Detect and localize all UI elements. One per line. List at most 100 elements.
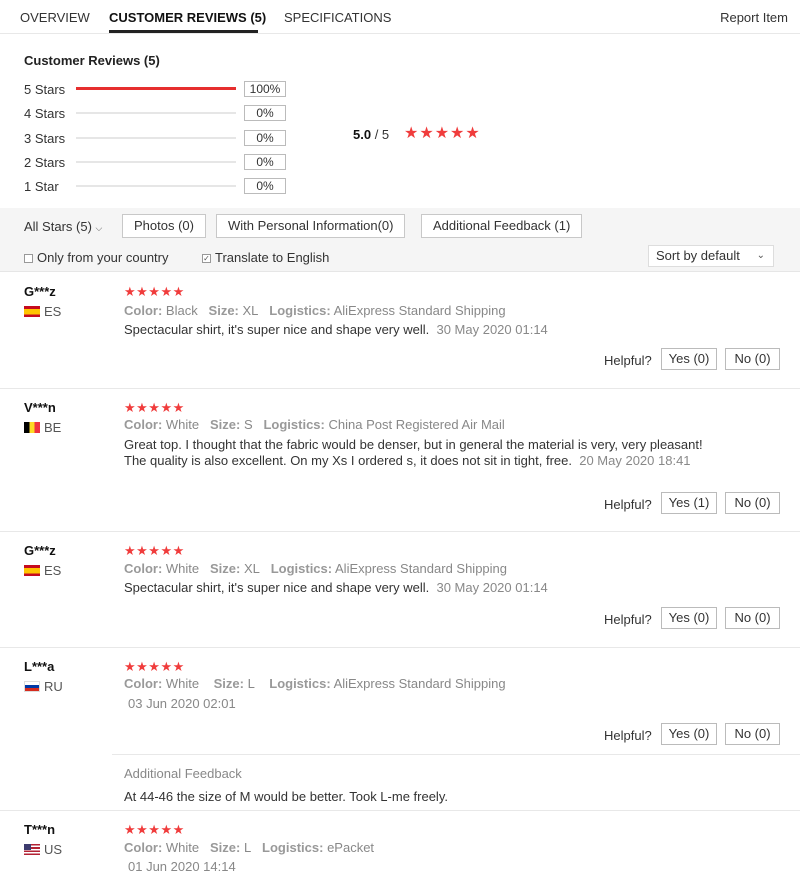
helpful-yes-button[interactable]: Yes (0) <box>661 348 717 370</box>
additional-feedback-title: Additional Feedback <box>124 766 242 781</box>
color-value: White <box>165 561 200 576</box>
rating-bar-track <box>76 112 236 114</box>
only-your-country-checkbox[interactable]: Only from your country <box>24 250 169 265</box>
size-label: Size: <box>209 561 241 576</box>
review-text: Spectacular shirt, it's super nice and s… <box>124 322 724 338</box>
logistics-value: China Post Registered Air Mail <box>328 417 505 432</box>
review-item: T***n US ★★★★★ Color: White Size: L Logi… <box>0 811 800 880</box>
review-date: 20 May 2020 18:41 <box>579 453 691 468</box>
review-stars-icon: ★★★★★ <box>124 822 185 837</box>
rating-row-5[interactable]: 5 Stars 100% <box>24 81 294 97</box>
reviewer-country: ES <box>44 304 62 319</box>
size-label: Size: <box>208 303 239 318</box>
report-item-link[interactable]: Report Item <box>720 10 788 25</box>
review-date: 30 May 2020 01:14 <box>436 322 548 337</box>
tab-specifications[interactable]: SPECIFICATIONS <box>284 10 391 25</box>
average-rating-max: / 5 <box>374 127 390 142</box>
color-label: Color: <box>124 417 163 432</box>
rating-percent: 0% <box>244 154 286 170</box>
review-stars-icon: ★★★★★ <box>124 543 185 558</box>
flag-es-icon <box>24 565 40 576</box>
review-text: Great top. I thought that the fabric wou… <box>124 437 709 469</box>
personal-info-filter-button[interactable]: With Personal Information(0) <box>216 214 406 238</box>
logistics-label: Logistics: <box>262 840 324 855</box>
logistics-value: AliExpress Standard Shipping <box>333 303 506 318</box>
size-value: S <box>243 417 253 432</box>
all-stars-dropdown[interactable]: All Stars (5) ⌵ <box>24 219 102 234</box>
color-label: Color: <box>124 840 163 855</box>
average-rating: 5.0 / 5 <box>353 127 389 142</box>
helpful-no-button[interactable]: No (0) <box>725 348 780 370</box>
rating-row-4[interactable]: 4 Stars 0% <box>24 105 294 121</box>
checkbox-checked-icon: ✓ <box>202 254 211 264</box>
sort-select[interactable]: Sort by default ⌄ <box>648 245 774 267</box>
rating-percent: 0% <box>244 130 286 146</box>
tab-customer-reviews[interactable]: CUSTOMER REVIEWS (5) <box>109 10 266 25</box>
review-date: 01 Jun 2020 14:14 <box>128 859 236 874</box>
checkbox-unchecked-icon <box>24 254 33 264</box>
photos-filter-button[interactable]: Photos (0) <box>122 214 206 238</box>
reviewer-name: T***n <box>24 822 56 837</box>
size-label: Size: <box>209 840 241 855</box>
logistics-value: AliExpress Standard Shipping <box>335 561 508 576</box>
helpful-label: Helpful? <box>604 497 652 512</box>
filter-bar: All Stars (5) ⌵ Photos (0) With Personal… <box>0 208 800 272</box>
review-sku-info: Color: White Size: S Logistics: China Po… <box>124 417 505 432</box>
reviewer-name: G***z <box>24 284 56 299</box>
rating-percent: 100% <box>244 81 286 97</box>
tab-overview[interactable]: OVERVIEW <box>20 10 90 25</box>
logistics-label: Logistics: <box>263 417 325 432</box>
active-tab-indicator <box>109 30 258 33</box>
review-date: 03 Jun 2020 02:01 <box>128 696 236 711</box>
rating-row-3[interactable]: 3 Stars 0% <box>24 130 294 146</box>
helpful-yes-button[interactable]: Yes (0) <box>661 607 717 629</box>
chevron-down-icon: ⌵ <box>95 223 103 233</box>
translate-label: Translate to English <box>215 250 330 265</box>
helpful-no-button[interactable]: No (0) <box>725 723 780 745</box>
only-your-country-label: Only from your country <box>37 250 169 265</box>
helpful-no-button[interactable]: No (0) <box>725 607 780 629</box>
review-date: 30 May 2020 01:14 <box>436 580 548 595</box>
reviewer-name: G***z <box>24 543 56 558</box>
additional-feedback-filter-button[interactable]: Additional Feedback (1) <box>421 214 583 238</box>
reviewer-country: RU <box>44 679 63 694</box>
all-stars-label: All Stars (5) <box>24 219 92 234</box>
rating-percent: 0% <box>244 178 286 194</box>
rating-label: 3 Stars <box>24 131 66 146</box>
flag-be-icon <box>24 422 40 433</box>
reviewer-name: V***n <box>24 400 56 415</box>
color-value: White <box>165 417 200 432</box>
review-sku-info: Color: Black Size: XL Logistics: AliExpr… <box>124 303 506 318</box>
size-label: Size: <box>209 417 241 432</box>
rating-label: 4 Stars <box>24 106 66 121</box>
logistics-label: Logistics: <box>270 561 333 576</box>
translate-checkbox[interactable]: ✓ Translate to English <box>202 250 329 265</box>
color-label: Color: <box>124 561 163 576</box>
rating-bar-track <box>76 185 236 187</box>
review-item: G***z ES ★★★★★ Color: White Size: XL Log… <box>0 532 800 648</box>
additional-feedback-text: At 44-46 the size of M would be better. … <box>124 789 448 804</box>
color-label: Color: <box>124 303 163 318</box>
flag-us-icon <box>24 844 40 855</box>
divider <box>112 754 800 755</box>
color-value: White <box>165 676 200 691</box>
review-stars-icon: ★★★★★ <box>124 400 185 415</box>
helpful-yes-button[interactable]: Yes (0) <box>661 723 717 745</box>
review-body: Spectacular shirt, it's super nice and s… <box>124 580 430 595</box>
tab-bar: OVERVIEW CUSTOMER REVIEWS (5) SPECIFICAT… <box>0 0 800 34</box>
helpful-no-button[interactable]: No (0) <box>725 492 780 514</box>
reviewer-country: ES <box>44 563 62 578</box>
reviewer-name: L***a <box>24 659 55 674</box>
rating-bar-track <box>76 87 236 90</box>
helpful-label: Helpful? <box>604 353 652 368</box>
review-text: 01 Jun 2020 14:14 <box>128 859 728 875</box>
logistics-value: AliExpress Standard Shipping <box>333 676 506 691</box>
average-stars-icon: ★★★★★ <box>404 125 481 142</box>
helpful-yes-button[interactable]: Yes (1) <box>661 492 717 514</box>
rating-row-2[interactable]: 2 Stars 0% <box>24 154 294 170</box>
size-value: L <box>243 840 252 855</box>
rating-row-1[interactable]: 1 Star 0% <box>24 178 294 194</box>
helpful-label: Helpful? <box>604 612 652 627</box>
review-body: Spectacular shirt, it's super nice and s… <box>124 322 430 337</box>
color-value: Black <box>165 303 198 318</box>
